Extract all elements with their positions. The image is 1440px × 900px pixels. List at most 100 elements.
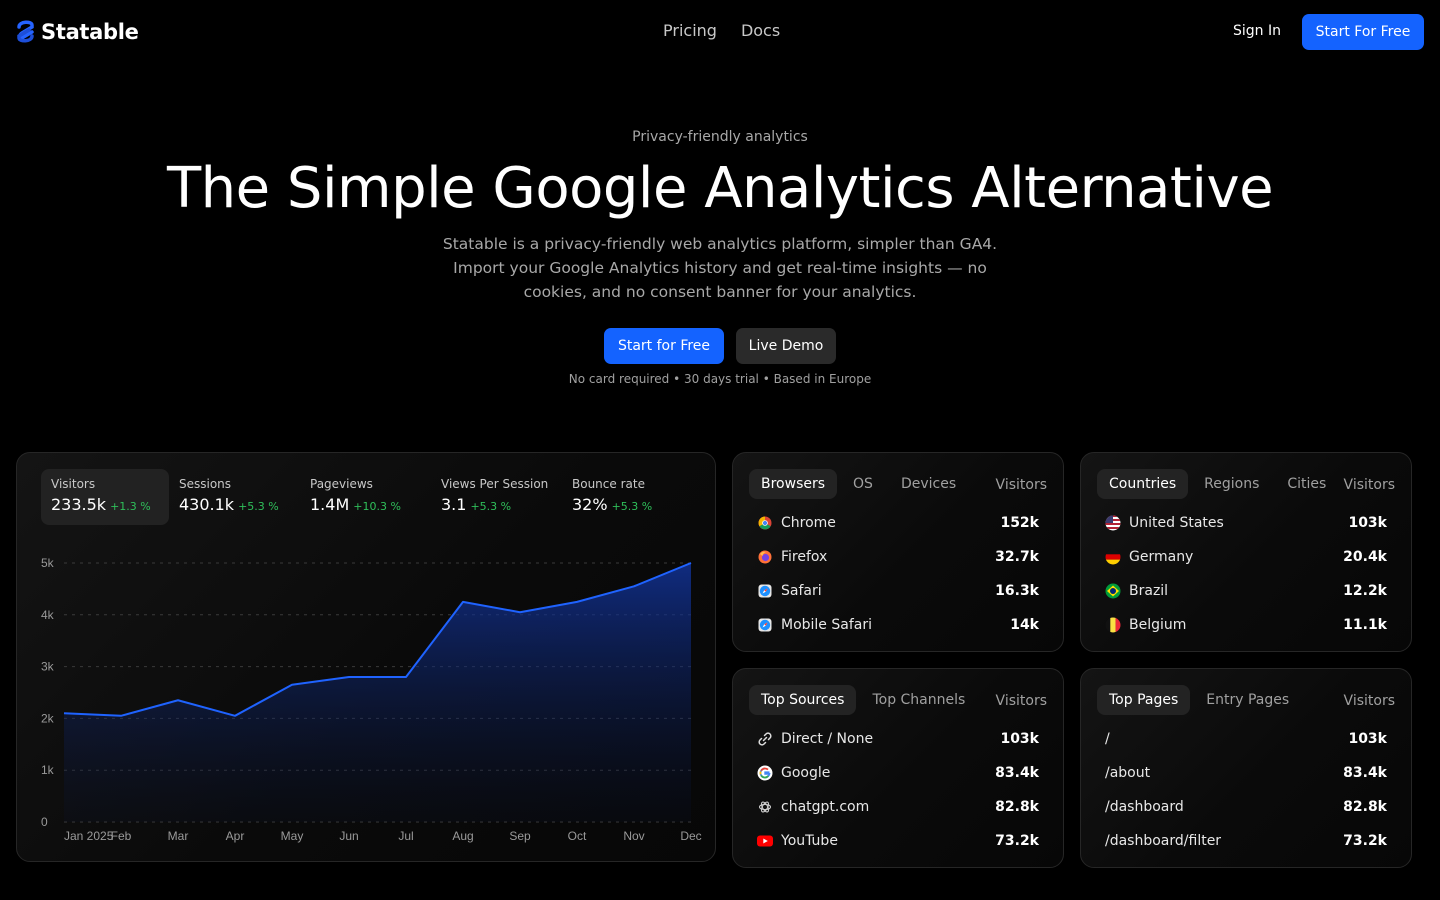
list-item[interactable]: YouTube 73.2k [757, 824, 1039, 858]
x-tick-label: Oct [568, 829, 587, 843]
y-tick-label: 0 [41, 815, 48, 829]
tab-countries[interactable]: Countries [1097, 469, 1189, 499]
top-nav: Statable Pricing Docs Sign In Start For … [0, 0, 1440, 64]
column-header-visitors[interactable]: Visitors [1344, 477, 1395, 493]
row-value: 82.8k [995, 799, 1039, 815]
browsers-tabs: Browsers OS Devices [749, 469, 968, 499]
row-label: Chrome [781, 515, 836, 531]
list-item[interactable]: Germany 20.4k [1105, 540, 1387, 574]
row-label: Brazil [1129, 583, 1169, 599]
row-label: /about [1105, 765, 1151, 781]
x-tick-label: Dec [680, 829, 701, 843]
list-item[interactable]: Belgium 11.1k [1105, 608, 1387, 642]
row-value: 11.1k [1343, 617, 1387, 633]
start-for-free-button[interactable]: Start for Free [604, 328, 724, 364]
hero-subtitle: Statable is a privacy-friendly web analy… [442, 235, 998, 301]
row-value: 73.2k [995, 833, 1039, 849]
br-flag-icon [1105, 583, 1121, 599]
row-label: Mobile Safari [781, 617, 872, 633]
list-item[interactable]: Direct / None 103k [757, 722, 1039, 756]
youtube-icon [757, 833, 773, 849]
x-tick-label: Jan 2025 [64, 829, 114, 843]
hero-title: The Simple Google Analytics Alternative [166, 156, 1274, 221]
row-value: 73.2k [1343, 833, 1387, 849]
list-item[interactable]: Chrome 152k [757, 506, 1039, 540]
tab-browsers[interactable]: Browsers [749, 469, 838, 499]
row-label: Firefox [781, 549, 828, 565]
y-tick-label: 2k [41, 711, 55, 725]
row-label: YouTube [781, 833, 838, 849]
sources-tabs: Top Sources Top Channels [749, 685, 977, 715]
x-tick-label: Jul [398, 829, 413, 843]
countries-tabs: Countries Regions Cities [1097, 469, 1338, 499]
tab-top-sources[interactable]: Top Sources [749, 685, 857, 715]
list-item[interactable]: / 103k [1105, 722, 1387, 756]
start-free-nav-button[interactable]: Start For Free [1302, 14, 1424, 50]
tab-cities[interactable]: Cities [1275, 469, 1338, 499]
row-value: 20.4k [1343, 549, 1387, 565]
column-header-visitors[interactable]: Visitors [996, 693, 1047, 709]
list-item[interactable]: Brazil 12.2k [1105, 574, 1387, 608]
x-tick-label: Sep [509, 829, 531, 843]
column-header-visitors[interactable]: Visitors [1344, 693, 1395, 709]
row-label: / [1105, 731, 1110, 747]
row-value: 152k [1000, 515, 1039, 531]
openai-icon [757, 799, 773, 815]
brand-logo[interactable]: Statable [16, 18, 139, 45]
tab-devices[interactable]: Devices [889, 469, 968, 499]
hero-cta-row: Start for Free Live Demo [604, 328, 836, 364]
hero-note: No card required • 30 days trial • Based… [568, 372, 872, 386]
row-value: 103k [1348, 515, 1387, 531]
row-value: 83.4k [995, 765, 1039, 781]
de-flag-icon [1105, 549, 1121, 565]
countries-card: Countries Regions Cities Visitors United… [1080, 452, 1412, 652]
list-item[interactable]: chatgpt.com 82.8k [757, 790, 1039, 824]
google-icon [757, 765, 773, 781]
x-tick-label: Feb [111, 829, 132, 843]
x-tick-label: Nov [623, 829, 644, 843]
column-header-visitors[interactable]: Visitors [996, 477, 1047, 493]
nav-links: Pricing Docs [663, 21, 780, 40]
x-tick-label: Mar [168, 829, 189, 843]
list-item[interactable]: /dashboard 82.8k [1105, 790, 1387, 824]
list-item[interactable]: Mobile Safari 14k [757, 608, 1039, 642]
tab-os[interactable]: OS [841, 469, 885, 499]
visitors-area-chart[interactable]: 0 1k 2k 3k 4k 5k Jan 2025Feb Mar Apr May Jun Jul Aug… [17, 453, 716, 862]
row-label: Direct / None [781, 731, 874, 747]
row-label: /dashboard [1105, 799, 1184, 815]
tab-top-pages[interactable]: Top Pages [1097, 685, 1191, 715]
x-tick-label: Aug [452, 829, 473, 843]
row-label: chatgpt.com [781, 799, 870, 815]
safari-icon [757, 617, 773, 633]
list-item[interactable]: United States 103k [1105, 506, 1387, 540]
be-flag-icon [1105, 617, 1121, 633]
statable-logo-icon [17, 20, 34, 43]
browsers-card: Browsers OS Devices Visitors Chrome 152k… [732, 452, 1064, 652]
row-value: 12.2k [1343, 583, 1387, 599]
chrome-icon [757, 515, 773, 531]
sources-card: Top Sources Top Channels Visitors Direct… [732, 668, 1064, 868]
nav-link-docs[interactable]: Docs [741, 21, 780, 40]
row-value: 82.8k [1343, 799, 1387, 815]
list-item[interactable]: Firefox 32.7k [757, 540, 1039, 574]
row-label: Safari [781, 583, 822, 599]
y-tick-label: 3k [41, 660, 55, 674]
list-item[interactable]: Google 83.4k [757, 756, 1039, 790]
sign-in-link[interactable]: Sign In [1233, 23, 1281, 39]
safari-icon [757, 583, 773, 599]
tab-entry-pages[interactable]: Entry Pages [1194, 685, 1301, 715]
list-item[interactable]: Safari 16.3k [757, 574, 1039, 608]
nav-link-pricing[interactable]: Pricing [663, 21, 717, 40]
list-item[interactable]: /dashboard/filter 73.2k [1105, 824, 1387, 858]
x-tick-label: May [281, 829, 304, 843]
hero-eyebrow: Privacy-friendly analytics [632, 129, 808, 145]
row-label: Google [781, 765, 831, 781]
tab-regions[interactable]: Regions [1192, 469, 1271, 499]
list-item[interactable]: /about 83.4k [1105, 756, 1387, 790]
row-label: Germany [1129, 549, 1194, 565]
live-demo-button[interactable]: Live Demo [736, 328, 836, 364]
row-value: 103k [1000, 731, 1039, 747]
tab-top-channels[interactable]: Top Channels [860, 685, 977, 715]
row-value: 14k [1010, 617, 1039, 633]
row-value: 83.4k [1343, 765, 1387, 781]
